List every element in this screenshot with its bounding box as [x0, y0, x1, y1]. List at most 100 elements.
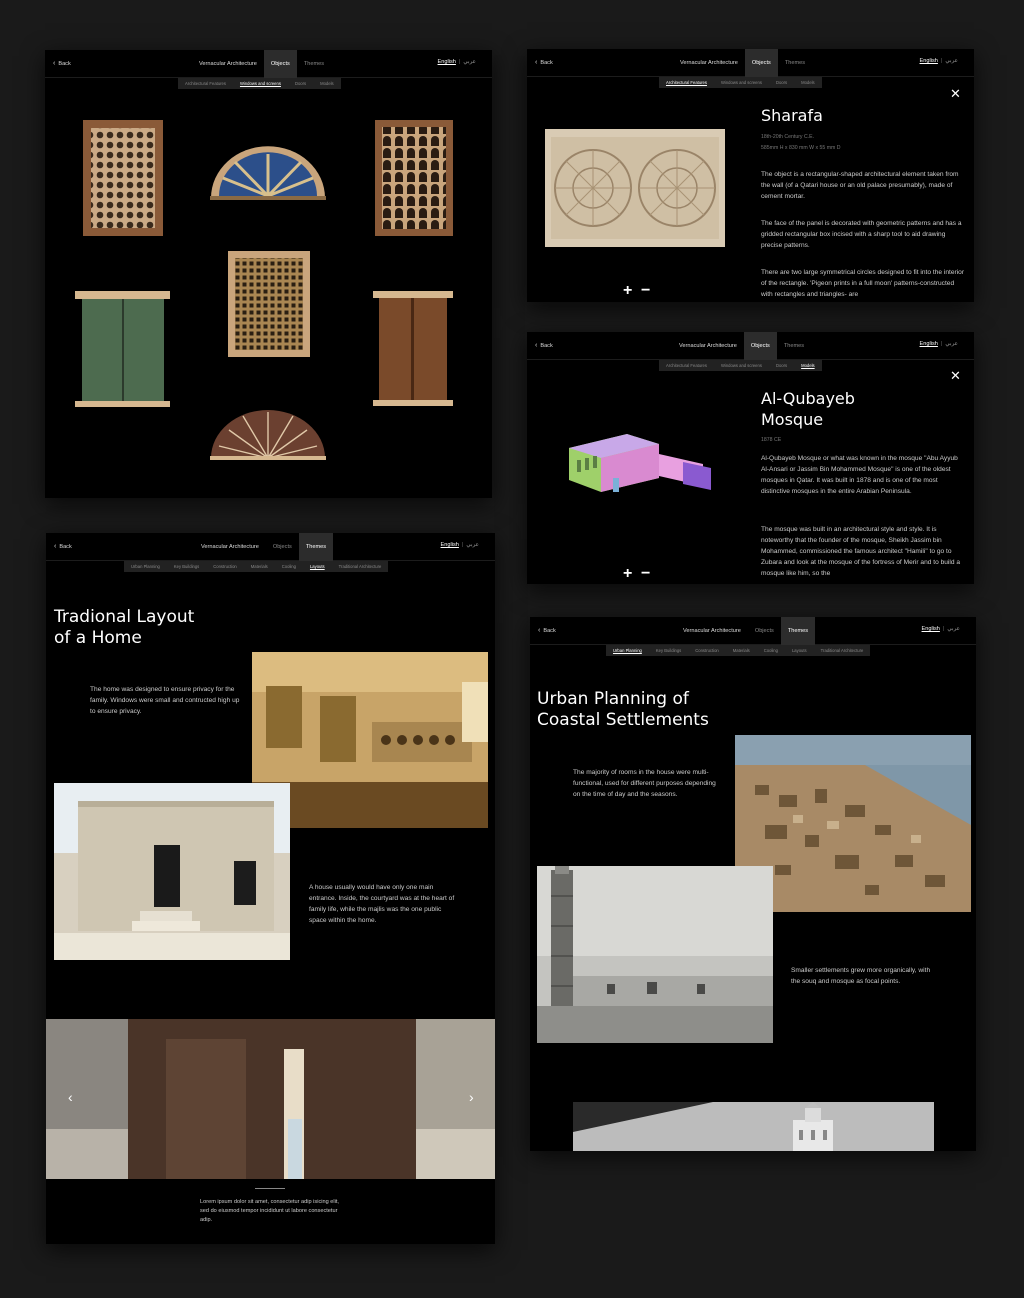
subtab-urban-planning[interactable]: Urban Planning	[606, 645, 649, 656]
subtab-doors[interactable]: Doors	[769, 77, 794, 88]
back-button[interactable]: ‹ Back	[538, 627, 556, 634]
description-paragraph: The object is a rectangular-shaped archi…	[761, 171, 959, 200]
zoom-in-icon[interactable]: +	[623, 283, 632, 299]
subtab-materials[interactable]: Materials	[726, 645, 757, 656]
subtab-materials[interactable]: Materials	[244, 561, 275, 572]
lang-arabic[interactable]: عربي	[945, 58, 958, 64]
chevron-left-icon[interactable]: ‹	[68, 1089, 73, 1105]
sharafa-panel: ‹ Back Vernacular Architecture Objects Th…	[527, 49, 974, 302]
zoom-out-icon[interactable]: −	[641, 283, 650, 299]
lang-english[interactable]: English	[922, 626, 940, 632]
body-paragraph: A house usually would have only one main…	[309, 884, 455, 924]
mosque-3d-model[interactable]	[563, 428, 719, 502]
chevron-left-icon: ‹	[535, 59, 538, 66]
zoom-in-icon[interactable]: +	[623, 566, 632, 582]
tab-themes[interactable]: Themes	[777, 332, 811, 360]
close-icon[interactable]: ✕	[950, 87, 961, 100]
layout-theme-panel: ‹ Back Vernacular Architecture Objects Th…	[46, 533, 495, 1244]
mosque-dome-photo	[573, 1102, 934, 1151]
main-tabs: Vernacular Architecture Objects Themes	[676, 617, 816, 645]
urban-planning-panel: ‹ Back Vernacular Architecture Objects Th…	[530, 617, 976, 1151]
theme-subnav: Urban Planning Key Buildings Constructio…	[124, 561, 389, 572]
main-tabs: Vernacular Architecture Objects Themes	[194, 533, 334, 561]
subtab-key-buildings[interactable]: Key Buildings	[167, 561, 206, 572]
theme-subnav: Urban Planning Key Buildings Constructio…	[606, 645, 871, 656]
object-date: 1878 CE	[761, 437, 782, 443]
screen-object-2[interactable]	[375, 120, 453, 236]
page-title-line2: of a Home	[54, 628, 142, 648]
subtab-layouts[interactable]: Layouts	[303, 561, 332, 572]
subtab-models[interactable]: Models	[794, 77, 822, 88]
subtab-architectural-features[interactable]: Architectural Features	[659, 360, 714, 371]
chevron-left-icon: ‹	[535, 342, 538, 349]
subtab-windows-and-screens[interactable]: Windows and screens	[714, 360, 769, 371]
carousel-caption: Lorem ipsum dolor sit amet, consectetur …	[200, 1199, 339, 1224]
back-label: Back	[59, 544, 72, 550]
mosque-panel: ‹ Back Vernacular Architecture Objects Th…	[527, 332, 974, 584]
tab-objects[interactable]: Objects	[266, 533, 299, 561]
back-button[interactable]: ‹ Back	[535, 59, 553, 66]
lang-english[interactable]: English	[920, 58, 938, 64]
chevron-left-icon: ‹	[538, 627, 541, 634]
lang-arabic[interactable]: عربي	[945, 341, 958, 347]
back-label: Back	[540, 343, 553, 349]
screen-object-1[interactable]	[83, 120, 163, 236]
tab-objects[interactable]: Objects	[748, 617, 781, 645]
gallery-panel: ‹ Back Vernacular Architecture Objects Th…	[45, 50, 492, 498]
body-paragraph: The majority of rooms in the house were …	[573, 769, 716, 798]
tab-themes[interactable]: Themes	[298, 533, 334, 561]
subtab-traditional-architecture[interactable]: Traditional Architecture	[332, 561, 389, 572]
subtab-traditional-architecture[interactable]: Traditional Architecture	[814, 645, 871, 656]
back-label: Back	[543, 628, 556, 634]
lang-english[interactable]: English	[441, 542, 459, 548]
half-window-object-2[interactable]	[210, 410, 326, 460]
screen-object-3[interactable]	[228, 251, 310, 357]
doorway-carousel-image[interactable]	[46, 1019, 495, 1179]
language-switcher: English | عربي	[919, 341, 958, 347]
zoom-out-icon[interactable]: −	[641, 566, 650, 582]
subtab-layouts[interactable]: Layouts	[785, 645, 814, 656]
door-object-2[interactable]	[373, 291, 453, 406]
subtab-architectural-features[interactable]: Architectural Features	[659, 77, 714, 88]
tab-themes[interactable]: Themes	[780, 617, 816, 645]
tab-vernacular-architecture[interactable]: Vernacular Architecture	[672, 332, 744, 360]
tab-vernacular-architecture[interactable]: Vernacular Architecture	[676, 617, 748, 645]
subtab-models[interactable]: Models	[794, 360, 822, 371]
subtab-doors[interactable]: Doors	[769, 360, 794, 371]
subtab-cooling[interactable]: Cooling	[275, 561, 303, 572]
tab-themes[interactable]: Themes	[778, 49, 812, 77]
object-subnav: Architectural Features Windows and scree…	[659, 77, 822, 88]
back-button[interactable]: ‹ Back	[54, 543, 72, 550]
back-label: Back	[540, 60, 553, 66]
body-paragraph: The home was designed to ensure privacy …	[90, 686, 240, 715]
chevron-right-icon[interactable]: ›	[469, 1089, 474, 1105]
subtab-cooling[interactable]: Cooling	[757, 645, 785, 656]
description-paragraph: Al-Qubayeb Mosque or what was known in t…	[761, 455, 958, 495]
subtab-construction[interactable]: Construction	[206, 561, 244, 572]
object-title-line2: Mosque	[761, 410, 824, 429]
object-date: 18th-20th Century C.E.	[761, 134, 815, 140]
carousel-indicator	[255, 1188, 285, 1189]
language-switcher: English | عربي	[440, 542, 479, 548]
historic-minaret-photo	[537, 866, 773, 1043]
door-object-1[interactable]	[75, 291, 170, 407]
back-button[interactable]: ‹ Back	[535, 342, 553, 349]
sharafa-image[interactable]	[545, 129, 725, 247]
tab-objects[interactable]: Objects	[744, 49, 778, 77]
half-window-object-1[interactable]	[210, 146, 326, 200]
language-switcher: English | عربي	[919, 58, 958, 64]
close-icon[interactable]: ✕	[950, 369, 961, 382]
house-exterior-photo	[54, 783, 290, 960]
subtab-key-buildings[interactable]: Key Buildings	[649, 645, 688, 656]
subtab-windows-and-screens[interactable]: Windows and screens	[714, 77, 769, 88]
tab-objects[interactable]: Objects	[743, 332, 777, 360]
lang-arabic[interactable]: عربي	[466, 542, 479, 548]
top-nav: ‹ Back Vernacular Architecture Objects Th…	[530, 617, 976, 645]
tab-vernacular-architecture[interactable]: Vernacular Architecture	[673, 49, 745, 77]
top-nav: ‹ Back Vernacular Architecture Objects Th…	[527, 49, 974, 77]
subtab-construction[interactable]: Construction	[688, 645, 726, 656]
lang-arabic[interactable]: عربي	[947, 626, 960, 632]
subtab-urban-planning[interactable]: Urban Planning	[124, 561, 167, 572]
tab-vernacular-architecture[interactable]: Vernacular Architecture	[194, 533, 266, 561]
lang-english[interactable]: English	[920, 341, 938, 347]
